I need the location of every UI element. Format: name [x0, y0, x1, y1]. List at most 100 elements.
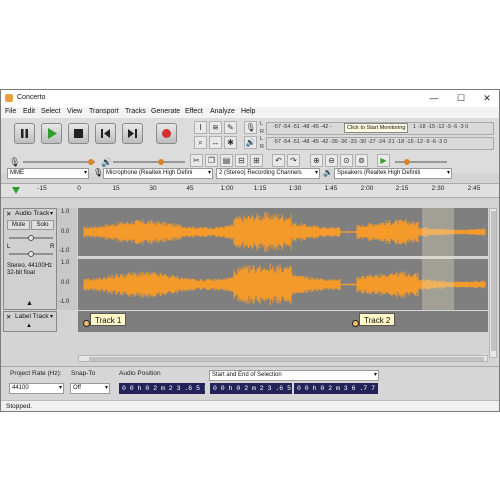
- label-track-1[interactable]: Track 1: [90, 313, 127, 326]
- audio-position-timecode[interactable]: 0 0 h 0 2 m 2 3 .6 5 3 s: [119, 383, 205, 394]
- audio-track-controls: ✕ Audio Track ▾ Mute Solo L R Stereo, 44…: [3, 208, 57, 310]
- host-select[interactable]: MME ▾: [7, 168, 89, 179]
- start-monitoring-tooltip[interactable]: Click to Start Monitoring: [344, 123, 409, 133]
- record-meter-l-label: L: [260, 121, 264, 127]
- menu-transport[interactable]: Transport: [89, 108, 119, 115]
- horizontal-scrollbar[interactable]: [78, 355, 488, 362]
- trim-icon[interactable]: ⊟: [235, 154, 248, 167]
- close-button[interactable]: ✕: [478, 92, 496, 104]
- skip-start-icon: [101, 129, 110, 138]
- timeline-tick: 1:45: [324, 185, 338, 192]
- label-pin-track-2[interactable]: [352, 320, 359, 327]
- collapse-track-icon[interactable]: ▲: [26, 300, 33, 307]
- solo-button[interactable]: Solo: [31, 220, 54, 230]
- skip-to-end-button[interactable]: [122, 123, 143, 144]
- zoom-out-icon[interactable]: ⊖: [325, 154, 338, 167]
- redo-icon[interactable]: ↷: [287, 154, 300, 167]
- menu-select[interactable]: Select: [41, 108, 60, 115]
- stop-icon: [74, 129, 83, 138]
- paste-icon[interactable]: ▤: [220, 154, 233, 167]
- menu-generate[interactable]: Generate: [151, 108, 180, 115]
- audio-track-name[interactable]: Audio Track: [15, 210, 49, 217]
- pause-icon: [21, 129, 28, 138]
- zoom-in-icon[interactable]: ⊕: [310, 154, 323, 167]
- timeshift-tool-icon[interactable]: ↔: [209, 136, 222, 149]
- timeline-tick: 1:15: [253, 185, 267, 192]
- silence-icon[interactable]: ⊞: [250, 154, 263, 167]
- playback-device-select[interactable]: Speakers (Realtek High Definiti ▾: [334, 168, 452, 179]
- label-track-name[interactable]: Label Track: [15, 313, 49, 320]
- mixer-sliders: 🎙 🔊: [9, 156, 185, 168]
- selection-start-timecode[interactable]: 0 0 h 0 2 m 2 3 .6 5 3 s: [210, 383, 292, 394]
- microphone-meter-icon[interactable]: 🎙: [244, 121, 257, 134]
- skip-to-start-button[interactable]: [95, 123, 116, 144]
- chevron-down-icon[interactable]: ▾: [50, 313, 53, 320]
- timeline-tick: 1:30: [288, 185, 302, 192]
- recording-device-select[interactable]: Microphone (Realtek High Defini ▾: [103, 168, 213, 179]
- timeline-tick: 2:30: [431, 185, 445, 192]
- record-button[interactable]: [156, 123, 177, 144]
- menu-help[interactable]: Help: [241, 108, 255, 115]
- pan-slider[interactable]: [7, 250, 55, 258]
- vertical-scrollbar[interactable]: [489, 208, 497, 358]
- menu-analyze[interactable]: Analyze: [210, 108, 235, 115]
- stop-button[interactable]: [68, 123, 89, 144]
- label-track-2[interactable]: Track 2: [359, 313, 396, 326]
- label-pin-track-1[interactable]: [83, 320, 90, 327]
- collapse-label-track-icon[interactable]: ▲: [26, 323, 32, 329]
- draw-tool-icon[interactable]: ✎: [224, 121, 237, 134]
- mute-button[interactable]: Mute: [7, 220, 30, 230]
- close-label-track-icon[interactable]: ✕: [6, 313, 11, 321]
- menu-view[interactable]: View: [67, 108, 82, 115]
- selection-toolbar: Project Rate (Hz): 44100 ▾ Snap-To Off ▾ A…: [1, 366, 499, 401]
- fit-selection-icon[interactable]: ⊙: [340, 154, 353, 167]
- selection-end-timecode[interactable]: 0 0 h 0 2 m 3 6 .7 7 6 s: [294, 383, 378, 394]
- timeline-tick: 30: [149, 185, 157, 192]
- menu-file[interactable]: File: [5, 108, 16, 115]
- gain-slider[interactable]: [7, 234, 55, 242]
- channels-select[interactable]: 2 (Stereo) Recording Channels ▾: [216, 168, 320, 179]
- speaker-meter-icon[interactable]: 🔊: [244, 136, 257, 149]
- selection-tool-icon[interactable]: I: [194, 121, 207, 134]
- undo-icon[interactable]: ↶: [272, 154, 285, 167]
- selection-mode-select[interactable]: Start and End of Selection ▾: [209, 370, 379, 381]
- timeline-tick: 2:45: [467, 185, 481, 192]
- label-track-area[interactable]: [78, 311, 488, 332]
- zoom-tool-icon[interactable]: ⌕: [194, 136, 207, 149]
- fit-project-icon[interactable]: ⊚: [355, 154, 368, 167]
- vertical-scroll-thumb[interactable]: [491, 211, 496, 351]
- menu-effect[interactable]: Effect: [185, 108, 203, 115]
- selection-region[interactable]: [422, 208, 454, 310]
- timeline-play-icon[interactable]: [11, 186, 21, 195]
- play-button[interactable]: [41, 123, 62, 144]
- copy-icon[interactable]: ❐: [205, 154, 218, 167]
- timeline-ruler[interactable]: -15 0 15 30 45 1:00 1:15 1:30 1:45 2:00 …: [1, 183, 499, 198]
- skip-end-icon: [128, 129, 137, 138]
- audio-position-label: Audio Position: [119, 370, 161, 377]
- record-volume-slider: [88, 159, 94, 165]
- multi-tool-icon[interactable]: ✱: [224, 136, 237, 149]
- project-rate-select[interactable]: 44100 ▾: [9, 383, 64, 394]
- minimize-button[interactable]: —: [425, 92, 443, 104]
- chevron-down-icon[interactable]: ▾: [50, 210, 53, 217]
- maximize-button[interactable]: ☐: [452, 92, 470, 104]
- horizontal-scroll-thumb[interactable]: [89, 357, 484, 361]
- playback-volume-icon: 🔊: [101, 156, 112, 168]
- snap-to-select[interactable]: Off ▾: [70, 383, 110, 394]
- timeline-tick: 15: [112, 185, 120, 192]
- close-track-icon[interactable]: ✕: [6, 210, 11, 218]
- record-volume-icon: 🎙: [9, 157, 20, 167]
- pause-button[interactable]: [14, 123, 35, 144]
- play-speed-slider[interactable]: [393, 156, 449, 168]
- scale-label: 0.0: [61, 280, 70, 286]
- toolbar-area: I ≋ ✎ ⌕ ↔ ✱ 🎙 🔊 L R L R -57 -54 -51 -48 …: [1, 118, 499, 173]
- cut-icon[interactable]: ✂: [190, 154, 203, 167]
- play-at-speed-icon[interactable]: ▶: [377, 154, 390, 167]
- menu-edit[interactable]: Edit: [23, 108, 35, 115]
- envelope-tool-icon[interactable]: ≋: [209, 121, 222, 134]
- playback-meter-r-label: R: [260, 144, 264, 150]
- play-icon: [48, 128, 57, 139]
- timeline-tick: 1:00: [220, 185, 234, 192]
- scale-label: -1.0: [59, 299, 70, 305]
- menu-tracks[interactable]: Tracks: [125, 108, 146, 115]
